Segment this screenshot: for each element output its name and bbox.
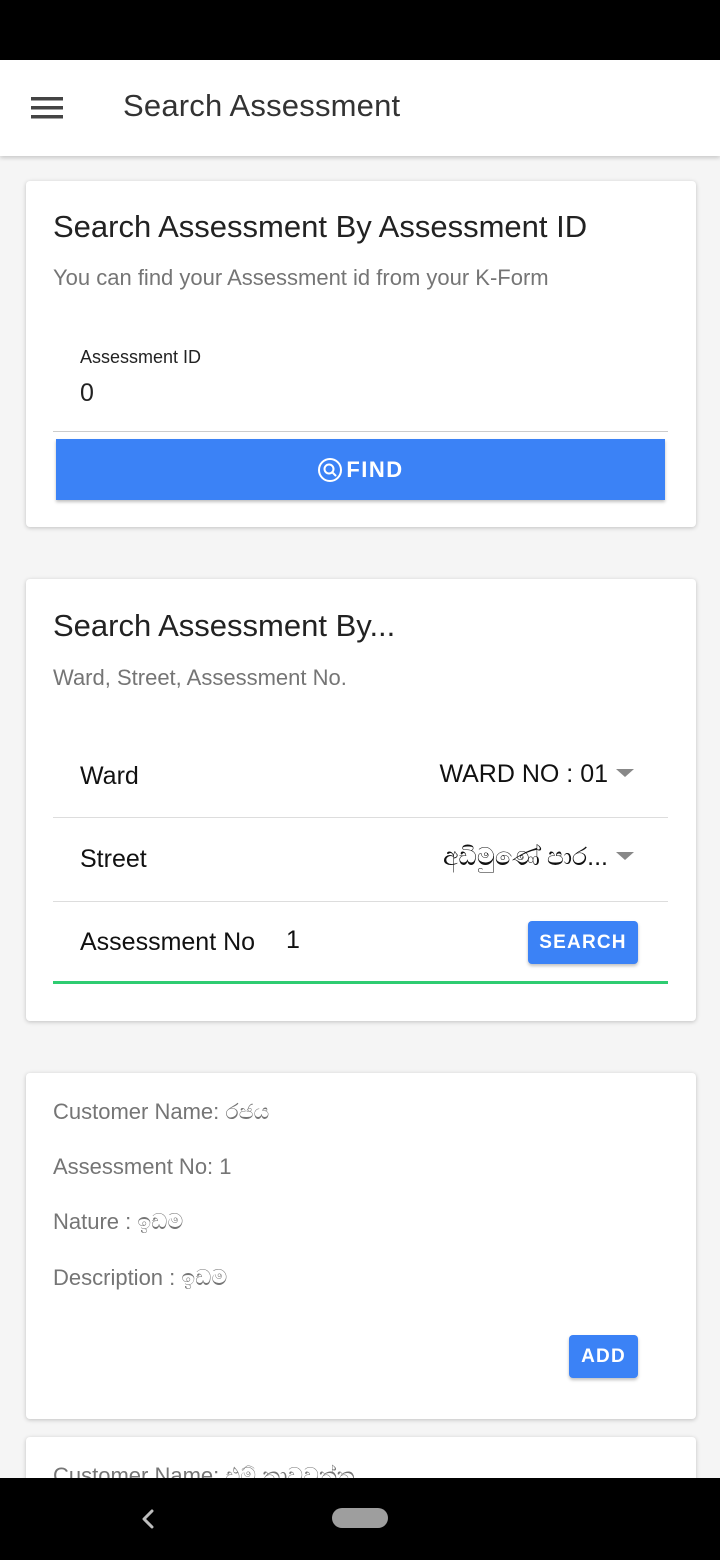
assessment-no-label: Assessment No [80,928,256,956]
description: Description : ඉඩම [53,1265,228,1290]
street-label: Street [80,845,147,873]
street-select[interactable]: අඩිමුණේ පාර... [443,843,608,872]
hamburger-menu-icon[interactable] [20,80,76,136]
result-card: Customer Name: රජය Assessment No: 1 Natu… [26,1073,696,1419]
input-focus-underline [53,981,668,984]
nature: Nature : ඉඩම [53,1209,184,1234]
card-title: Search Assessment By... [53,608,396,643]
main-content: Search Assessment By Assessment ID You c… [0,156,720,1478]
result-card: Customer Name: එම් කාවවත්ත [26,1437,696,1478]
chevron-down-icon[interactable] [616,852,634,860]
back-icon[interactable] [134,1504,162,1534]
home-pill[interactable] [332,1508,388,1528]
ward-label: Ward [80,762,139,790]
input-underline [53,431,668,432]
chevron-down-icon[interactable] [616,769,634,777]
assessment-number: Assessment No: 1 [53,1154,232,1179]
assessment-id-input[interactable]: 0 [80,379,94,408]
customer-name: Customer Name: එම් කාවවත්ත [53,1463,355,1478]
search-by-id-card: Search Assessment By Assessment ID You c… [26,181,696,527]
search-circle-icon [318,457,343,482]
page-title: Search Assessment [123,88,401,123]
add-button[interactable]: ADD [569,1335,638,1378]
search-by-details-card: Search Assessment By... Ward, Street, As… [26,579,696,1021]
divider [53,901,668,902]
find-button-label: FIND [346,456,404,482]
ward-select[interactable]: WARD NO : 01 [439,760,608,789]
search-button[interactable]: SEARCH [528,921,638,964]
assessment-id-label: Assessment ID [80,347,202,367]
assessment-no-input[interactable]: 1 [286,926,300,955]
app-bar: Search Assessment [0,60,720,156]
card-subtitle: Ward, Street, Assessment No. [53,665,347,690]
card-subtitle: You can find your Assessment id from you… [53,265,549,290]
customer-name: Customer Name: රජය [53,1099,270,1124]
card-title: Search Assessment By Assessment ID [53,209,588,244]
navigation-bar [0,1478,720,1560]
divider [53,817,668,818]
status-bar [0,0,720,60]
find-button[interactable]: FIND [56,439,665,500]
